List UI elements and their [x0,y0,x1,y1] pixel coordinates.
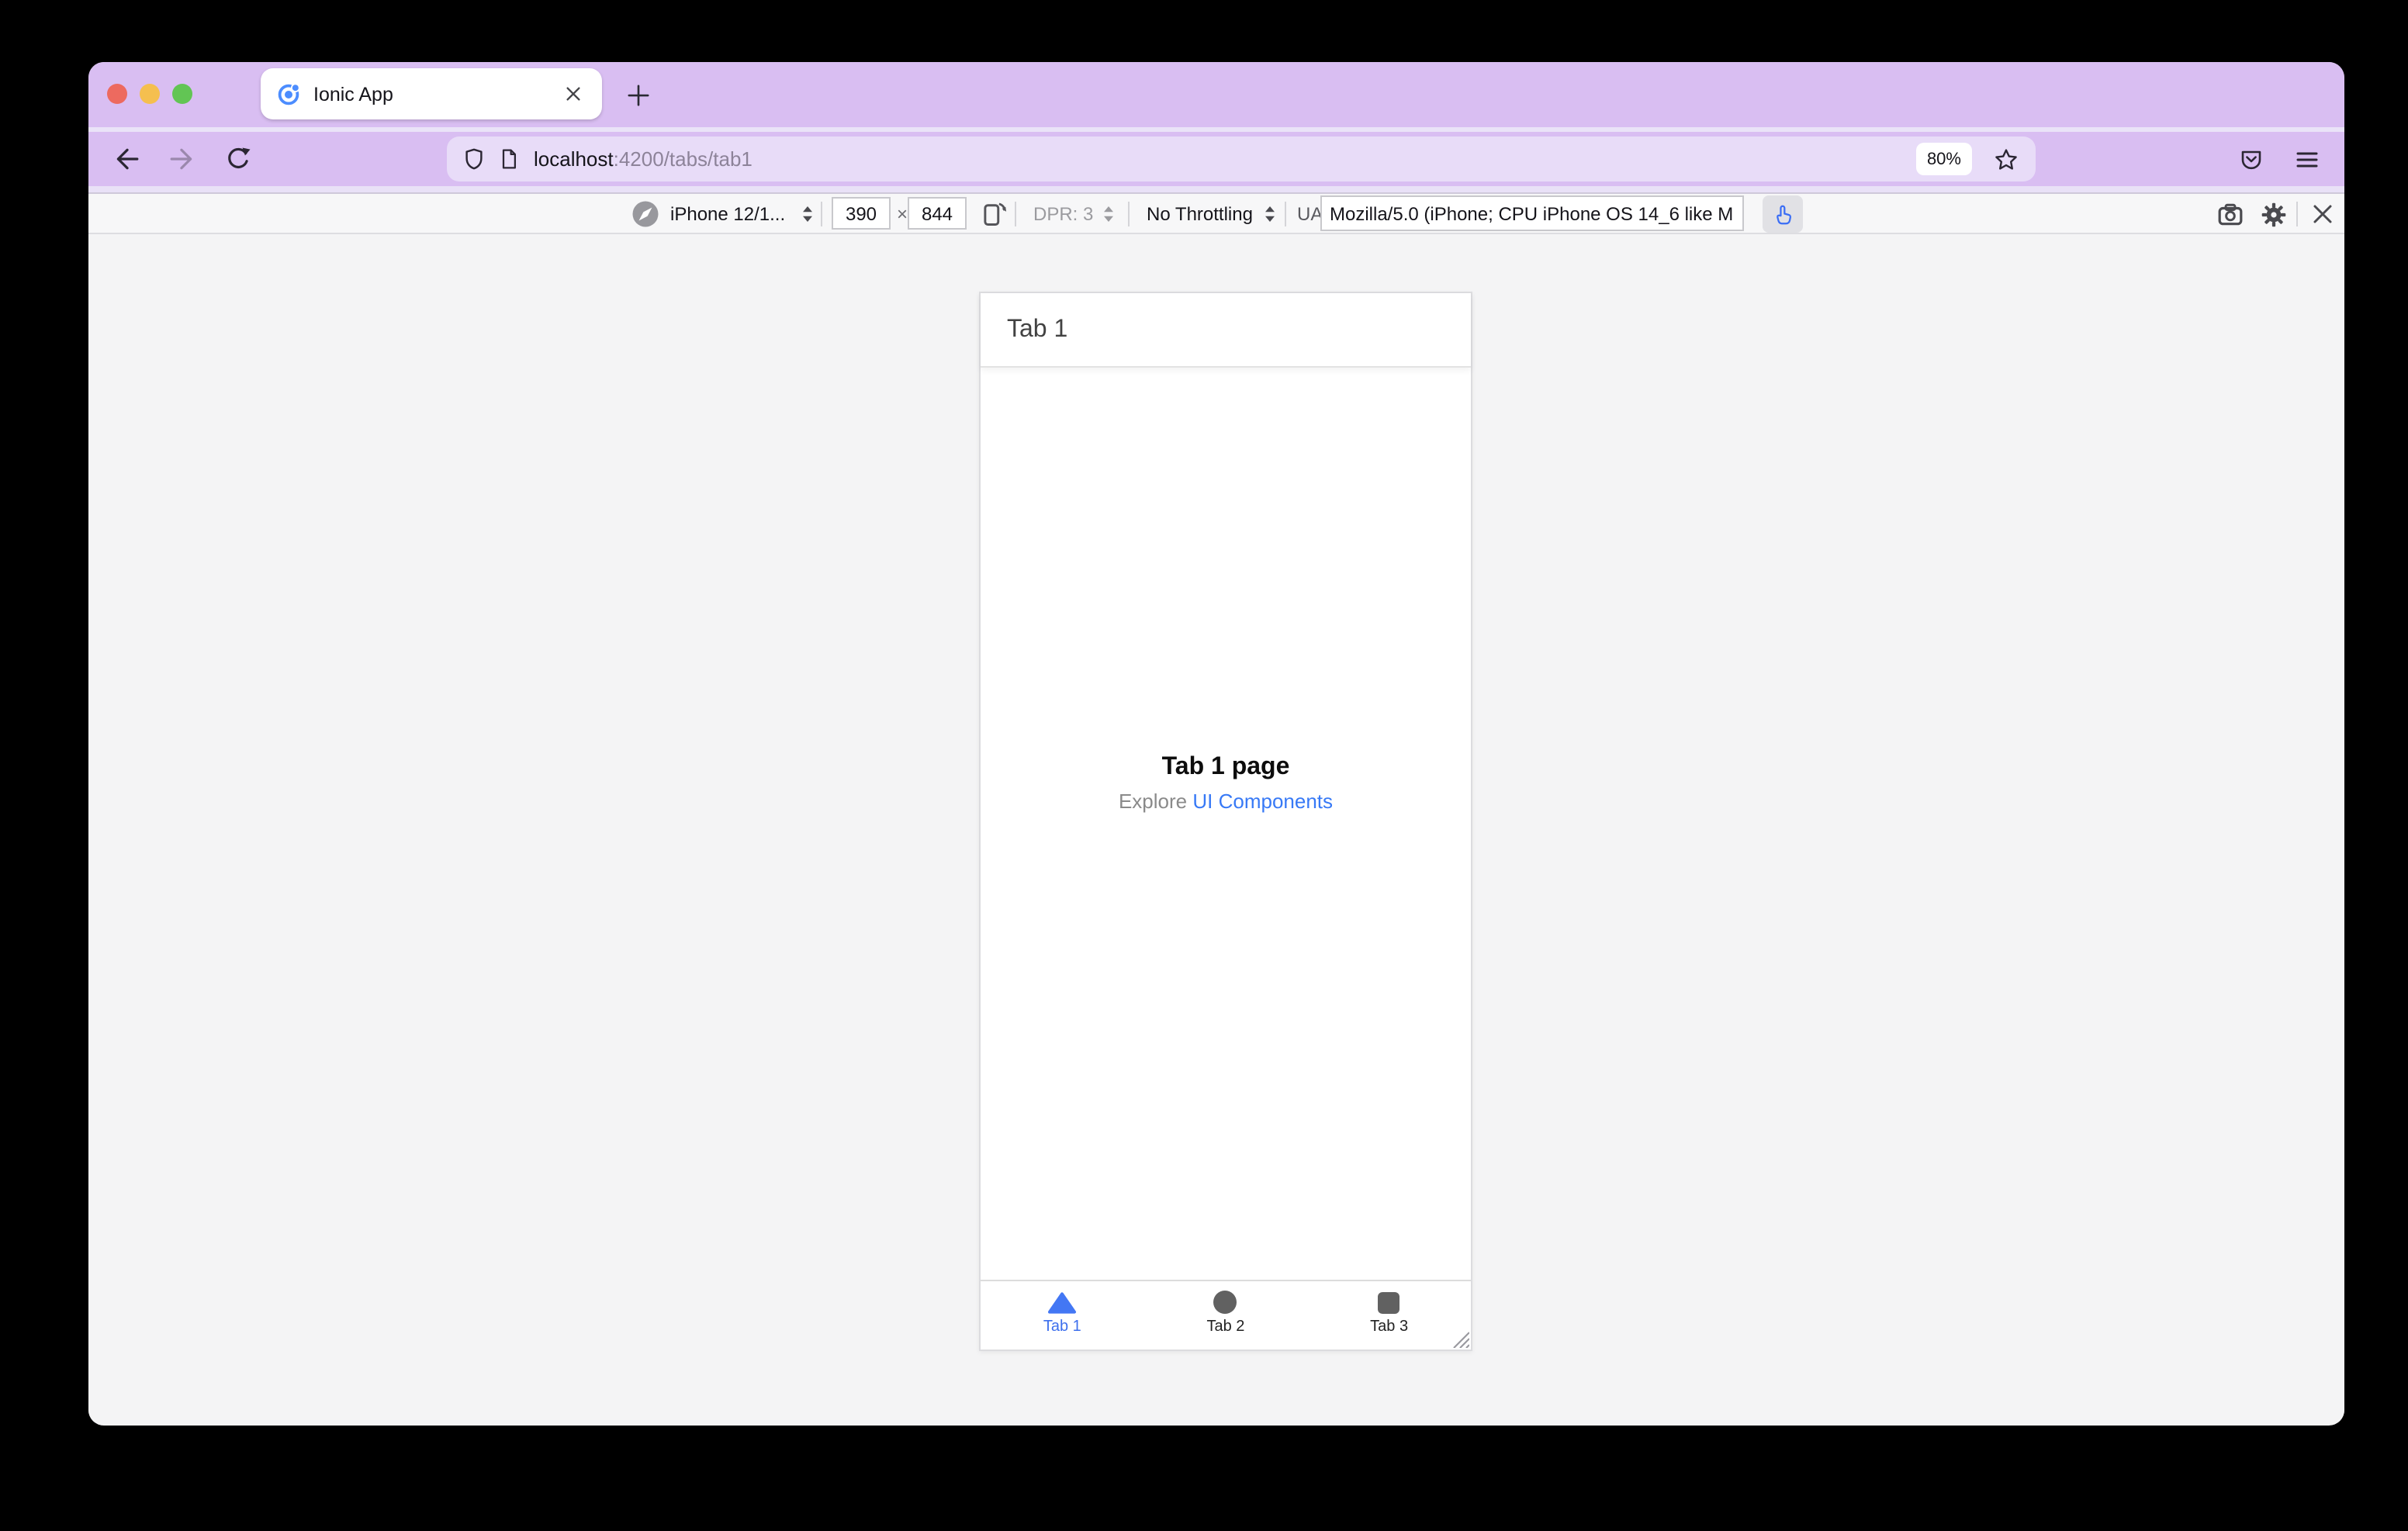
browser-tab-strip: Ionic App [88,62,2344,127]
bottom-tab-bar: Tab 1 Tab 2 Tab 3 [981,1280,1471,1350]
tab-button-tab3[interactable]: Tab 3 [1307,1281,1471,1350]
rotate-viewport-icon[interactable] [979,200,1007,228]
tab-close-icon[interactable] [559,80,586,108]
screenshot-stage: Ionic App localhost:4200/tabs/tab1 80% i… [0,0,2408,1531]
viewport-height-input[interactable] [908,197,967,230]
explore-text: Explore UI Components [981,790,1471,813]
url-bar[interactable]: localhost:4200/tabs/tab1 80% [447,137,2036,181]
bookmark-star-icon[interactable] [1989,143,2023,177]
shield-icon[interactable] [462,147,486,171]
bookmarks-strip [88,186,2344,194]
dpr-selector[interactable]: DPR: 3 [1033,194,1093,234]
square-icon [1378,1291,1400,1314]
page-info-icon[interactable] [498,147,520,171]
tab-label: Tab 2 [1206,1318,1245,1336]
explore-prefix: Explore [1118,790,1193,813]
responsive-design-toolbar: iPhone 12/1... × DPR: 3 No Throttling [88,194,2344,234]
safari-compass-icon [632,201,659,227]
ui-components-link[interactable]: UI Components [1192,790,1333,813]
back-button[interactable] [107,140,146,178]
url-text: localhost:4200/tabs/tab1 [534,147,752,171]
forward-button[interactable] [163,140,202,178]
hamburger-menu-icon[interactable] [2287,140,2327,180]
tab-title: Ionic App [313,83,393,105]
touch-simulation-toggle[interactable] [1763,195,1803,233]
toolbar-separator [821,202,822,226]
ionic-favicon-icon [278,82,300,105]
reload-button[interactable] [219,140,258,178]
browser-window: Ionic App localhost:4200/tabs/tab1 80% i… [88,62,2344,1426]
tab-label: Tab 1 [1043,1318,1081,1336]
toolbar-separator [1128,202,1130,226]
toolbar-separator [2296,202,2298,226]
new-tab-button[interactable] [616,73,659,116]
triangle-icon [1047,1291,1077,1314]
url-host: localhost [534,147,614,171]
page-center-block: Tab 1 page Explore UI Components [981,754,1471,813]
close-window-button[interactable] [107,84,127,104]
toolbar-separator [1285,202,1286,226]
stepper-arrows-icon[interactable] [801,205,815,223]
toolbar-separator [1015,202,1016,226]
tab-button-tab1[interactable]: Tab 1 [981,1281,1144,1350]
app-header: Tab 1 [981,293,1471,368]
user-agent-input[interactable] [1320,195,1744,231]
minimize-window-button[interactable] [140,84,160,104]
navigation-toolbar: localhost:4200/tabs/tab1 80% [88,132,2344,186]
browser-content-area: Tab 1 Tab 1 page Explore UI Components T… [88,234,2344,1422]
pocket-icon[interactable] [2231,140,2271,180]
device-selector[interactable]: iPhone 12/1... [670,194,785,234]
zoom-window-button[interactable] [172,84,192,104]
screenshot-camera-icon[interactable] [2211,197,2248,231]
viewport-width-input[interactable] [832,197,891,230]
page-title: Tab 1 page [1161,754,1290,780]
header-title: Tab 1 [1007,316,1068,342]
touch-pointer-icon [1776,204,1791,224]
tab-button-tab2[interactable]: Tab 2 [1144,1281,1308,1350]
stepper-arrows-icon[interactable] [1263,205,1277,223]
viewport-resize-handle[interactable] [1449,1328,1469,1348]
zoom-level-badge[interactable]: 80% [1915,143,1972,175]
device-viewport: Tab 1 Tab 1 page Explore UI Components T… [979,292,1472,1351]
url-path: :4200/tabs/tab1 [613,147,752,171]
active-browser-tab[interactable]: Ionic App [261,68,602,119]
circle-icon [1213,1291,1237,1314]
rdm-settings-gear-icon[interactable] [2254,197,2292,231]
stepper-arrows-icon[interactable] [1102,205,1116,223]
throttling-selector[interactable]: No Throttling [1147,194,1253,234]
close-rdm-icon[interactable] [2304,197,2341,231]
size-times-label: × [897,203,908,225]
tab-label: Tab 3 [1370,1318,1409,1336]
